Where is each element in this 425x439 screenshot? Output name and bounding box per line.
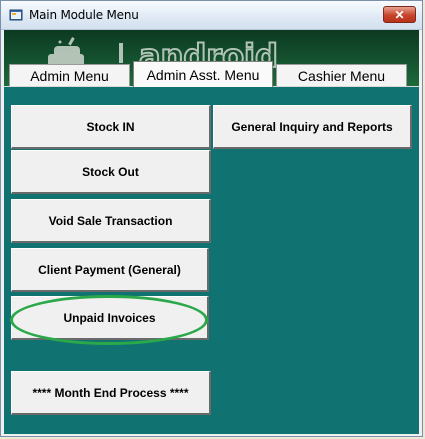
- stock-out-button[interactable]: Stock Out: [11, 150, 211, 194]
- client-payment-button[interactable]: Client Payment (General): [11, 248, 209, 292]
- close-icon: ✕: [394, 8, 405, 22]
- window-title: Main Module Menu: [29, 8, 139, 22]
- main-module-menu-window: Main Module Menu ✕ android Admin Menu Ad…: [0, 0, 423, 437]
- client-area: android Admin Menu Admin Asst. Menu Cash…: [4, 30, 419, 434]
- close-button[interactable]: ✕: [383, 6, 416, 23]
- tab-cashier-menu[interactable]: Cashier Menu: [276, 64, 407, 86]
- month-end-process-button[interactable]: **** Month End Process ****: [11, 371, 211, 415]
- stock-in-button[interactable]: Stock IN: [11, 105, 211, 149]
- unpaid-invoices-button[interactable]: Unpaid Invoices: [11, 296, 209, 340]
- window-app-icon: [9, 8, 23, 22]
- general-inquiry-reports-button[interactable]: General Inquiry and Reports: [213, 105, 412, 149]
- tab-label: Admin Asst. Menu: [146, 67, 260, 83]
- tab-label: Admin Menu: [30, 68, 109, 84]
- title-bar[interactable]: Main Module Menu ✕: [1, 1, 422, 30]
- tab-admin-asst-menu[interactable]: Admin Asst. Menu: [133, 61, 273, 87]
- tab-label: Cashier Menu: [297, 68, 386, 84]
- void-sale-transaction-button[interactable]: Void Sale Transaction: [11, 199, 211, 243]
- tab-admin-menu[interactable]: Admin Menu: [9, 64, 130, 86]
